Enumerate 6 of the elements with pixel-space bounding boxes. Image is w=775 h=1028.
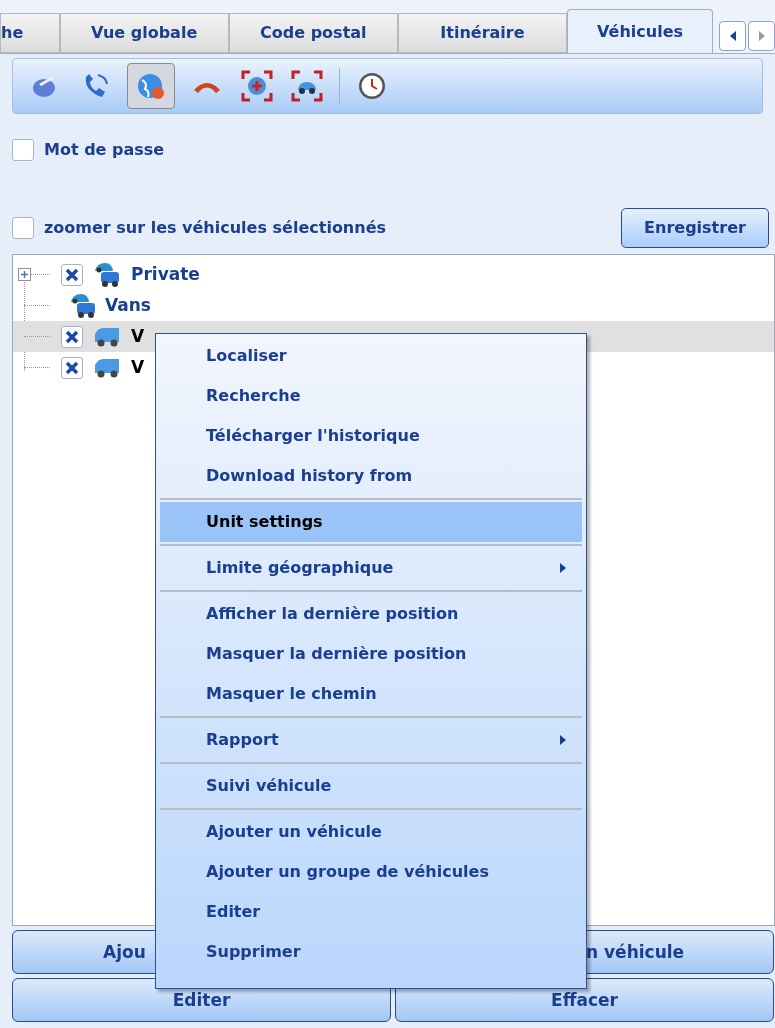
checkbox-label: Mot de passe <box>44 139 165 161</box>
tree-label: Private <box>131 262 200 286</box>
checkbox-label: zoomer sur les véhicules sélectionnés <box>44 217 387 239</box>
tree-label: Vans <box>105 293 151 317</box>
tree-label: V <box>131 324 145 348</box>
tree-label: V <box>131 355 145 379</box>
